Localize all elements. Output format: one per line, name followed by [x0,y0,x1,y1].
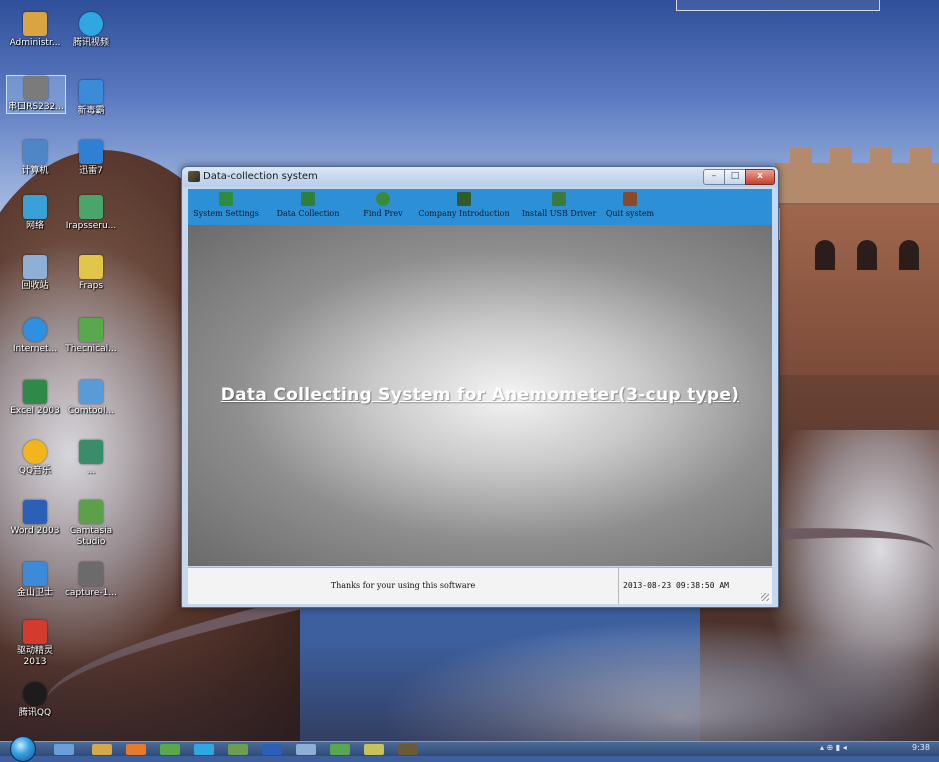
desktop-icon-kingsoft-guard[interactable]: 金山卫士 [6,562,64,599]
desktop-icon-shortcut[interactable]: ... [62,440,120,477]
window-title: Data-collection system [203,171,318,182]
status-datetime: 2013-08-23 09:38:50 AM [623,581,729,590]
desktop-icon-internet-explorer[interactable]: Internet... [6,318,64,355]
serial-port-icon [24,76,48,100]
desktop-icon-irapsseru[interactable]: Irapsseru... [62,195,120,232]
taskbar-app-6[interactable] [364,744,384,755]
image-file-icon [79,562,103,586]
desktop-icon-thecnical[interactable]: Thecnical... [62,318,120,355]
desktop-icon-excel[interactable]: Excel 2003 [6,380,64,417]
toolbar-install-usb-driver[interactable]: Install USB Driver [516,189,602,225]
taskbar-app-player[interactable] [126,744,146,755]
desktop-icon-xunlei[interactable]: 迅雷7 [62,140,120,177]
package-icon [79,195,103,219]
company-icon [457,192,471,206]
desktop-icon-network[interactable]: 网络 [6,195,64,232]
thunder-icon [79,140,103,164]
desktop-icon-computer[interactable]: 计算机 [6,140,64,177]
toolbar-system-settings[interactable]: System Settings [188,189,264,225]
taskbar-app-2[interactable] [194,744,214,755]
fraps-icon [79,255,103,279]
settings-icon [219,192,233,206]
excel-icon [23,380,47,404]
app-window: Data-collection system – □ x System Sett… [181,166,779,608]
headline-title: Data Collecting System for Anemometer(3-… [220,385,740,405]
toolbar-quit-system[interactable]: Quit system [600,189,660,225]
data-collection-icon [301,192,315,206]
desktop-icon-capture[interactable]: capture-1... [62,562,120,599]
desktop-icon-administrator[interactable]: Administr... [6,12,64,49]
status-bar: Thanks for your using this software 2013… [188,567,772,604]
desktop-icon-tencent-qq[interactable]: 腾讯QQ [6,682,64,719]
app-icon [188,171,200,182]
desktop-selection-rect [676,0,880,11]
main-canvas: Data Collecting System for Anemometer(3-… [188,225,772,566]
find-icon [376,192,390,206]
shortcut-icon [79,440,103,464]
wallpaper-battlement [910,148,932,165]
wallpaper-tower-window [899,240,919,270]
wallpaper-battlement [830,148,852,165]
toolbar-find-prev[interactable]: Find Prev [358,189,408,225]
word-icon [23,500,47,524]
tray-clock[interactable]: 9:38 [912,743,930,752]
taskbar-app-3[interactable] [228,744,248,755]
shield-icon [23,562,47,586]
desktop-icon-driver-genius[interactable]: 驱动精灵 2013 [6,620,64,668]
driver-genius-icon [23,620,47,644]
desktop-icon-camtasia[interactable]: Camtasia Studio [62,500,120,548]
antivirus-icon [79,80,103,104]
taskbar-app-5[interactable] [330,744,350,755]
wallpaper-battlement [790,148,812,165]
desktop-icon-fraps[interactable]: Fraps [62,255,120,292]
usb-driver-icon [552,192,566,206]
desktop-icon-comtool[interactable]: Comtool... [62,380,120,417]
window-titlebar[interactable]: Data-collection system – □ x [182,167,778,187]
taskbar-app-data-collection[interactable] [398,744,418,755]
wallpaper-tower-window [815,240,835,270]
computer-icon [23,140,47,164]
wallpaper-battlement [870,148,892,165]
minimize-button[interactable]: – [703,169,725,185]
music-icon [23,440,47,464]
qq-penguin-icon [23,682,47,706]
main-toolbar: System Settings Data Collection Find Pre… [188,189,772,225]
toolbar-data-collection[interactable]: Data Collection [270,189,346,225]
status-message: Thanks for your using this software [188,568,619,604]
desktop-icon-tencent-video[interactable]: 腾讯视频 [62,12,120,49]
taskbar-app-4[interactable] [296,744,316,755]
maximize-button[interactable]: □ [724,169,746,185]
package-icon [79,380,103,404]
taskbar-app-word[interactable] [262,744,282,755]
wallpaper-tower [780,205,939,375]
user-folder-icon [23,12,47,36]
desktop-icon-recycle-bin[interactable]: 回收站 [6,255,64,292]
desktop-icon-qq-music[interactable]: QQ音乐 [6,440,64,477]
wallpaper-tower-window [857,240,877,270]
desktop-icon-word[interactable]: Word 2003 [6,500,64,537]
desktop-icon-rs232[interactable]: 串口RS232... [6,75,66,114]
quit-icon [623,192,637,206]
taskbar-app-1[interactable] [160,744,180,755]
wallpaper-shade [0,640,939,755]
resize-grip[interactable] [761,593,769,601]
camtasia-icon [79,500,103,524]
taskbar-app-explorer[interactable] [92,744,112,755]
tencent-video-icon [79,12,103,36]
internet-explorer-icon [23,318,47,342]
package-icon [79,318,103,342]
toolbar-company-introduction[interactable]: Company Introduction [414,189,514,225]
wallpaper-wall [775,163,939,208]
tray-icons[interactable]: ▴ ⊕ ▮ ◂ [820,743,847,752]
network-icon [23,195,47,219]
recycle-bin-icon [23,255,47,279]
start-button[interactable] [10,736,36,762]
taskbar-app-ie[interactable] [54,744,74,755]
close-button[interactable]: x [745,169,775,185]
desktop-icon-duba[interactable]: 新毒霸 [62,80,120,117]
